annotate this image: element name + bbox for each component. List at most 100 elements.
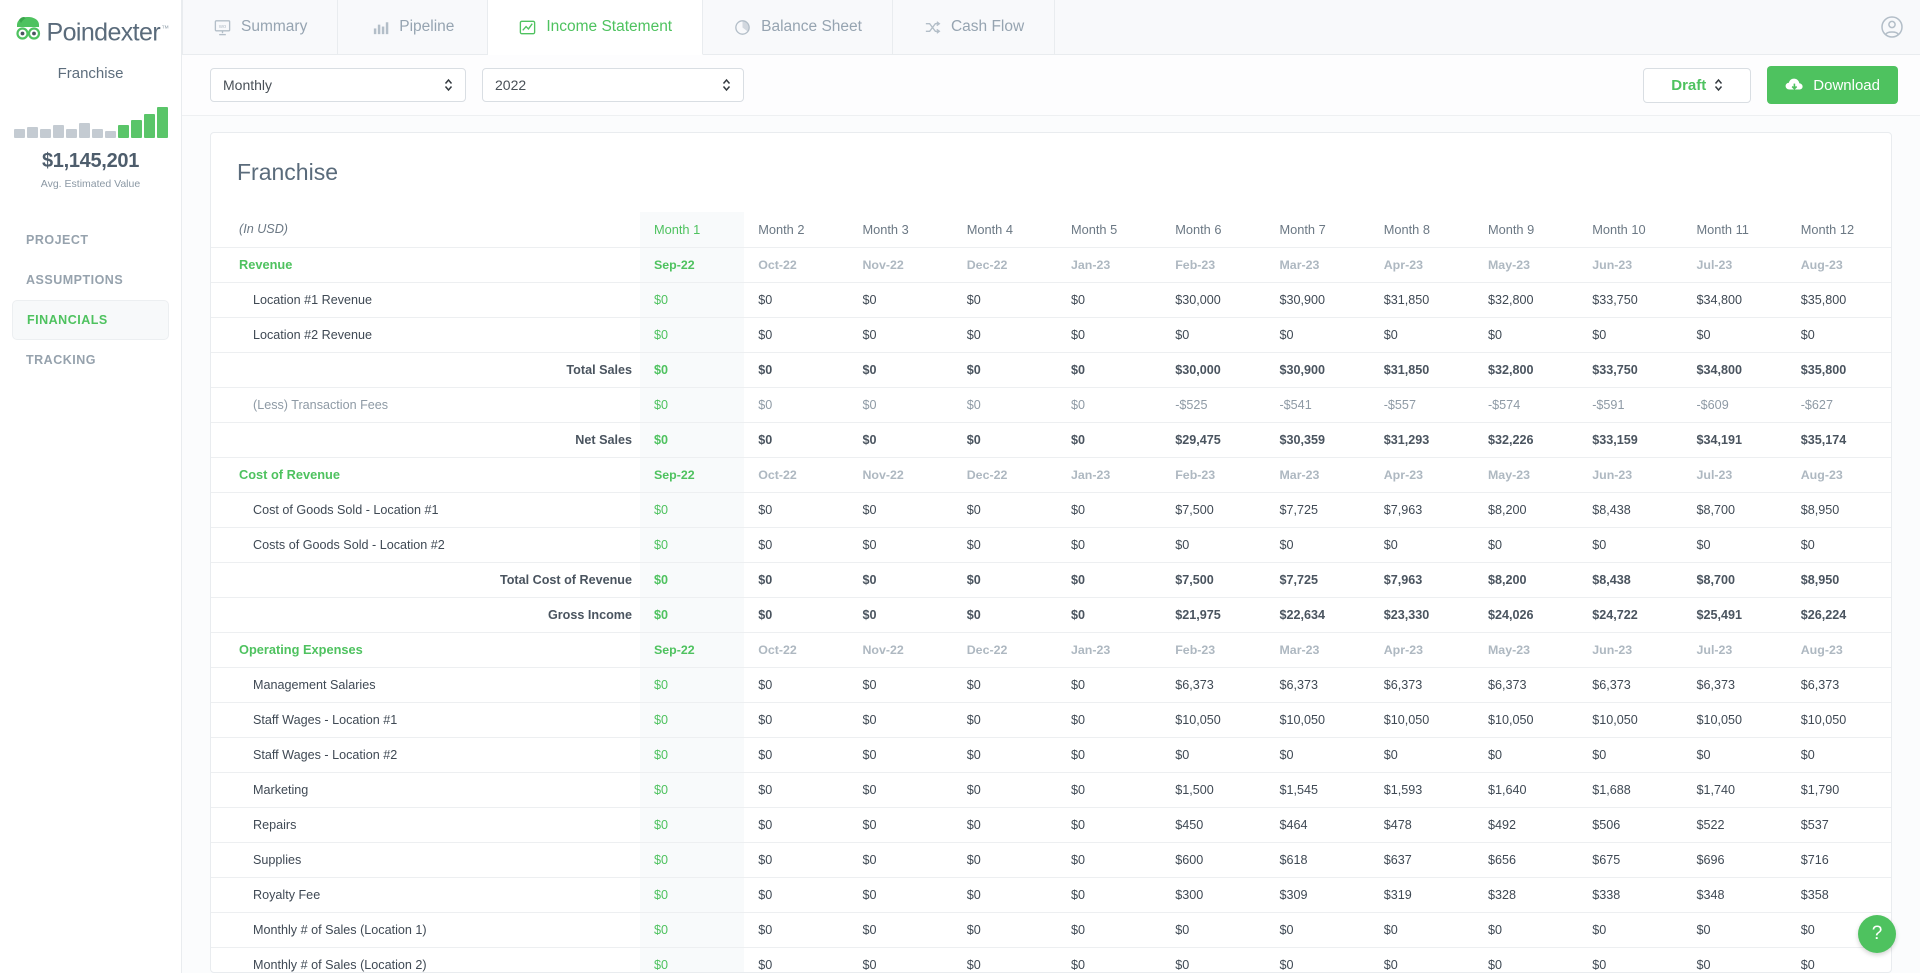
presentation-icon: wo	[214, 19, 231, 35]
tab-pipeline[interactable]: Pipeline	[338, 0, 489, 54]
cell-month-6: $7,500	[1161, 492, 1266, 528]
tab-income-statement[interactable]: Income Statement	[488, 0, 704, 55]
table-row: (Less) Transaction Fees $0 $0 $0 $0 $0 -$525 -$…	[211, 387, 1891, 423]
income-statement-card: Franchise (In USD) Month 1 Month 2 Month 3…	[210, 132, 1892, 973]
cell-month-9: $24,026	[1473, 597, 1579, 633]
tab-cash-flow[interactable]: Cash Flow	[893, 0, 1056, 54]
cell-month-8: $7,963	[1369, 492, 1474, 528]
status-select[interactable]: Draft	[1643, 67, 1752, 103]
row-label: Monthly # of Sales (Location 1)	[211, 912, 640, 948]
cell-month-6: $6,373	[1161, 667, 1266, 703]
cell-month-4: $0	[952, 667, 1057, 703]
cell-month-2: $0	[744, 772, 849, 808]
cell-month-4: $0	[952, 807, 1057, 843]
cell-month-12: $0	[1786, 527, 1891, 563]
cell-month-3: $0	[848, 352, 953, 388]
cell-month-10: $24,722	[1578, 597, 1683, 633]
cell-month-12: $10,050	[1786, 702, 1891, 738]
chevron-updown-icon	[1715, 78, 1723, 92]
cell-month-9: $492	[1473, 807, 1579, 843]
table-row: Supplies $0 $0 $0 $0 $0 $600 $618 $637 $656 $675 $6…	[211, 842, 1891, 878]
cell-month-12: $8,950	[1786, 562, 1891, 598]
tab-label: Income Statement	[546, 18, 673, 35]
account-avatar-icon[interactable]	[1880, 15, 1904, 39]
cell-month-11: $25,491	[1682, 597, 1787, 633]
sidebar-item-project[interactable]: PROJECT	[12, 220, 169, 260]
cell-month-9: $328	[1473, 877, 1579, 913]
tab-label: Balance Sheet	[761, 18, 862, 35]
sidebar-item-assumptions[interactable]: ASSUMPTIONS	[12, 260, 169, 300]
table-row: Repairs $0 $0 $0 $0 $0 $450 $464 $478 $492 $506 $52…	[211, 807, 1891, 843]
sidebar-item-financials[interactable]: FINANCIALS	[12, 300, 169, 341]
cell-month-6: $29,475	[1161, 422, 1266, 458]
cell-month-11: $0	[1682, 912, 1787, 948]
cell-month-4: $0	[952, 912, 1057, 948]
cell-month-9: $6,373	[1473, 667, 1579, 703]
cell-month-9: May-23	[1473, 632, 1579, 668]
cell-month-9: $8,200	[1473, 492, 1579, 528]
cell-month-12: $1,790	[1786, 772, 1891, 808]
cell-month-6: -$525	[1161, 387, 1266, 423]
cell-month-1: $0	[639, 562, 745, 598]
table-row: Operating Expenses Sep-22 Oct-22 Nov-22 Dec-…	[211, 632, 1891, 668]
row-label: Royalty Fee	[211, 877, 640, 913]
cell-month-4: $0	[952, 562, 1057, 598]
cell-month-3: $0	[848, 842, 953, 878]
tab-label: Summary	[241, 18, 308, 35]
sidebar-item-tracking[interactable]: TRACKING	[12, 340, 169, 380]
cell-month-7: Mar-23	[1265, 247, 1370, 283]
cell-month-3: $0	[848, 667, 953, 703]
cell-month-8: $0	[1369, 737, 1474, 773]
table-row: Staff Wages - Location #2 $0 $0 $0 $0 $0 $0 $0 $…	[211, 737, 1891, 773]
sidebar-item-label: TRACKING	[26, 353, 96, 368]
project-name: Franchise	[57, 65, 124, 83]
cell-month-10: Jun-23	[1578, 457, 1683, 493]
period-select[interactable]: Monthly	[210, 68, 466, 102]
cell-month-6: $300	[1161, 877, 1266, 913]
cell-month-11: $34,800	[1682, 282, 1787, 318]
cell-month-8: $319	[1369, 877, 1474, 913]
bar-chart-icon	[374, 21, 389, 34]
year-select[interactable]: 2022	[482, 68, 744, 102]
tab-balance-sheet[interactable]: Balance Sheet	[703, 0, 893, 54]
cell-month-4: $0	[952, 702, 1057, 738]
cell-month-6: $0	[1161, 737, 1266, 773]
cell-month-12: $0	[1786, 317, 1891, 353]
cell-month-3: $0	[848, 912, 953, 948]
column-header-month-4: Month 4	[952, 212, 1057, 248]
cell-month-4: $0	[952, 422, 1057, 458]
cell-month-5: $0	[1056, 772, 1162, 808]
cell-month-6: Feb-23	[1161, 632, 1266, 668]
cell-month-5: $0	[1056, 912, 1162, 948]
app-logo[interactable]: Poindexter™	[0, 10, 181, 45]
cell-month-11: $8,700	[1682, 492, 1787, 528]
cloud-download-icon	[1785, 78, 1803, 90]
row-label: Gross Income	[211, 597, 640, 633]
cell-month-10: $33,159	[1578, 422, 1683, 458]
table-row: Staff Wages - Location #1 $0 $0 $0 $0 $0 $10,0…	[211, 702, 1891, 738]
tab-summary[interactable]: wo Summary	[182, 0, 339, 54]
cell-month-5: $0	[1056, 737, 1162, 773]
row-label: Monthly # of Sales (Location 2)	[211, 947, 640, 972]
row-label: Cost of Goods Sold - Location #1	[211, 492, 640, 528]
cell-month-1: Sep-22	[639, 632, 745, 668]
help-button[interactable]: ?	[1858, 915, 1896, 953]
cell-month-10: $675	[1578, 842, 1683, 878]
cell-month-9: $0	[1473, 737, 1579, 773]
download-button[interactable]: Download	[1767, 66, 1898, 104]
cell-month-8: $0	[1369, 947, 1474, 972]
cell-month-5: $0	[1056, 947, 1162, 972]
cell-month-2: $0	[744, 387, 849, 423]
table-row: Revenue Sep-22 Oct-22 Nov-22 Dec-22 Jan-23 Feb…	[211, 247, 1891, 283]
cell-month-1: $0	[639, 737, 745, 773]
cell-month-3: Nov-22	[848, 457, 953, 493]
cell-month-7: $0	[1265, 947, 1370, 972]
cell-month-7: $618	[1265, 842, 1370, 878]
cell-month-2: $0	[744, 352, 849, 388]
cell-month-6: $0	[1161, 947, 1266, 972]
cell-month-7: $7,725	[1265, 562, 1370, 598]
row-label: Net Sales	[211, 422, 640, 458]
cell-month-12: $0	[1786, 737, 1891, 773]
cell-month-6: $30,000	[1161, 352, 1266, 388]
cell-month-2: Oct-22	[744, 247, 849, 283]
